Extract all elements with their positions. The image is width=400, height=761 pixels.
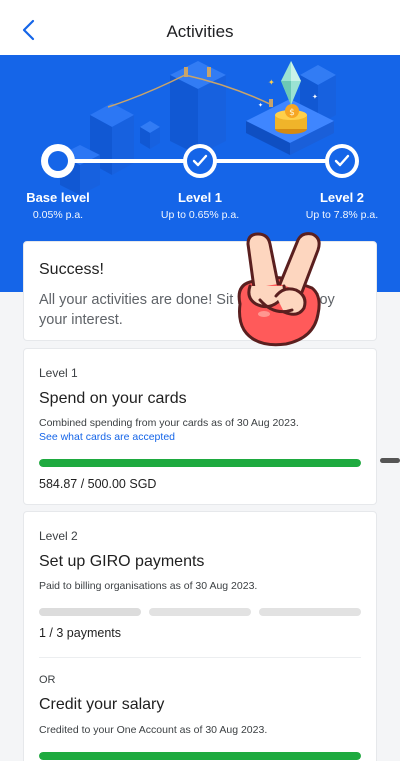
victory-hand-icon [226,226,334,359]
spend-progress-fill [39,459,361,467]
spend-amount: 584.87 / 500.00 SGD [39,477,157,491]
activity-subtext: Paid to billing organisations as of 30 A… [39,580,258,592]
giro-count: 1 / 3 payments [39,626,121,640]
svg-text:$: $ [289,108,295,118]
svg-text:✦: ✦ [268,78,275,87]
level-1-activity-card: Level 1 Spend on your cards Combined spe… [23,348,377,505]
level-2-check-icon [325,144,359,178]
divider [39,657,361,658]
page-title: Activities [166,22,234,41]
salary-progress-bar [39,752,361,760]
level-name: Level 1 [177,190,223,205]
spend-progress-bar [39,459,361,467]
level-name: Base level [26,190,90,205]
alt-activity-heading: Credit your salary [39,696,165,713]
success-title: Success! [39,261,104,278]
level-2-label: Level 2 Up to 7.8% p.a. [287,190,397,221]
base-level-label: Base level 0.05% p.a. [3,190,113,221]
level-1-label: Level 1 Up to 0.65% p.a. [145,190,255,221]
activity-heading: Set up GIRO payments [39,553,205,570]
level-name: Level 2 [319,190,365,205]
level-2-activity-card: Level 2 Set up GIRO payments Paid to bil… [23,511,377,761]
giro-progress-segment [149,608,251,616]
level-rate: Up to 0.65% p.a. [160,209,240,221]
top-bar: Activities [0,0,400,55]
base-level-marker [41,144,75,178]
level-label: Level 1 [39,366,78,380]
salary-progress-fill [39,752,361,760]
svg-text:✦: ✦ [312,93,318,101]
activity-subtext: Combined spending from your cards as of … [39,417,299,429]
level-label: Level 2 [39,529,78,543]
level-rate: 0.05% p.a. [32,209,84,221]
level-1-check-icon [183,144,217,178]
scroll-indicator [380,458,400,463]
accepted-cards-link[interactable]: See what cards are accepted [39,431,175,443]
alt-activity-subtext: Credited to your One Account as of 30 Au… [39,724,268,736]
level-rate: Up to 7.8% p.a. [305,209,379,221]
svg-text:✦: ✦ [258,102,263,109]
giro-progress-segment [259,608,361,616]
or-label: OR [39,674,56,686]
activity-heading: Spend on your cards [39,390,187,407]
giro-progress-segment [39,608,141,616]
